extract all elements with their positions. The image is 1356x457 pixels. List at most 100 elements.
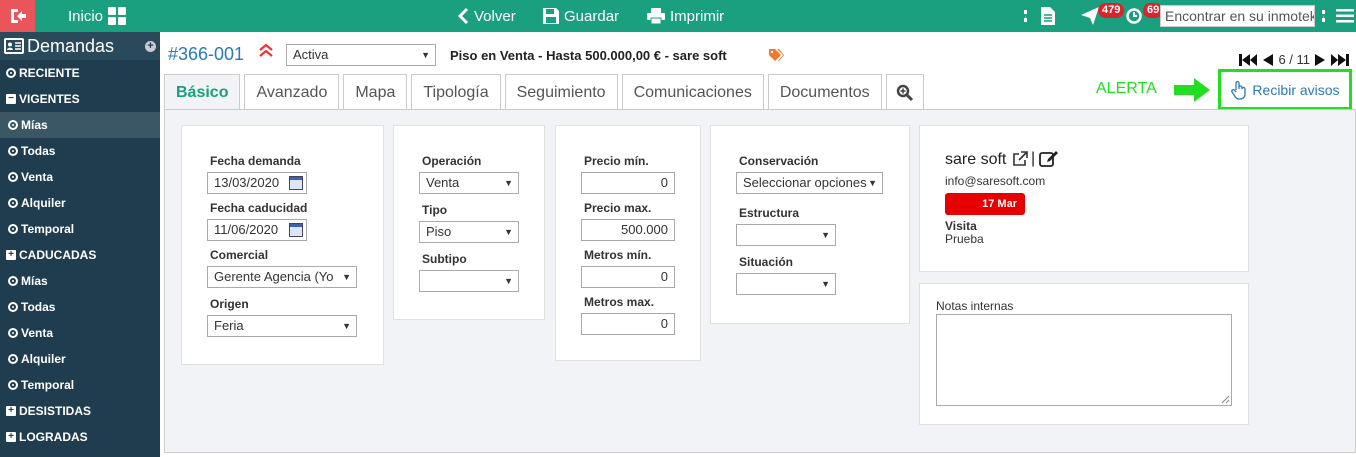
priority-icon — [258, 42, 274, 63]
sidebar-item-reciente[interactable]: RECIENTE — [0, 60, 160, 86]
record-id[interactable]: #366-001 — [168, 44, 244, 65]
tab-avanzado[interactable]: Avanzado — [244, 74, 340, 110]
radio-icon — [8, 224, 18, 234]
sidebar-item-logradas[interactable]: + LOGRADAS — [0, 424, 160, 450]
minus-icon: − — [6, 94, 16, 104]
sidebar-item-vigentes-todas[interactable]: Todas — [0, 138, 160, 164]
edit-icon[interactable] — [1039, 150, 1061, 173]
tab-comunicaciones[interactable]: Comunicaciones — [621, 74, 764, 110]
radio-icon — [8, 328, 18, 338]
metros-max-label: Metros max. — [584, 295, 655, 309]
sidebar-item-vigentes-venta[interactable]: Venta — [0, 164, 160, 190]
caret-down-icon: ▼ — [421, 50, 430, 60]
print-button[interactable]: Imprimir — [646, 0, 724, 32]
situacion-select[interactable]: ▼ — [736, 273, 836, 295]
top-bar: Inicio Volver Guardar Imprimir 479 69 En… — [0, 0, 1356, 32]
fecha-demanda-input[interactable]: 13/03/2020 — [207, 172, 307, 194]
floppy-icon — [543, 8, 559, 24]
prev-page-icon[interactable] — [1261, 53, 1275, 67]
tab-seguimiento[interactable]: Seguimiento — [504, 74, 618, 110]
tag-icon[interactable] — [768, 48, 784, 67]
contact-name[interactable]: sare soft — [945, 151, 1006, 169]
contact-email[interactable]: info@saresoft.com — [945, 174, 1045, 188]
sidebar-item-caducadas-todas[interactable]: Todas — [0, 294, 160, 320]
back-button[interactable]: Volver — [456, 0, 516, 32]
last-page-icon[interactable] — [1330, 53, 1350, 67]
metros-max-input[interactable]: 0 — [581, 313, 675, 335]
next-page-icon[interactable] — [1313, 53, 1327, 67]
sidebar-item-desistidas[interactable]: + DESISTIDAS — [0, 398, 160, 424]
notes-textarea[interactable] — [936, 314, 1232, 406]
conservacion-select[interactable]: Seleccionar opciones ▼ — [736, 172, 883, 194]
metros-min-input[interactable]: 0 — [581, 266, 675, 288]
hamburger-icon — [1336, 9, 1354, 23]
sidebar-item-caducadas[interactable]: + CADUCADAS — [0, 242, 160, 268]
chevron-left-icon — [457, 7, 469, 25]
precio-max-input[interactable]: 500.000 — [581, 219, 675, 241]
radio-icon — [8, 198, 18, 208]
fecha-demanda-label: Fecha demanda — [210, 154, 301, 168]
arrow-right-icon — [1172, 77, 1212, 108]
caret-down-icon: ▼ — [342, 272, 351, 282]
sidebar: Demandas + RECIENTE − VIGENTES Mías Todas… — [0, 32, 160, 457]
home-button[interactable]: Inicio — [68, 0, 131, 32]
caret-down-icon: ▼ — [821, 279, 830, 289]
sidebar-item-vigentes-mias[interactable]: Mías — [0, 112, 160, 138]
subtipo-select[interactable]: ▼ — [419, 270, 519, 292]
hamburger-menu-button[interactable] — [1336, 8, 1354, 29]
tab-search[interactable] — [885, 74, 924, 110]
operacion-label: Operación — [422, 154, 482, 168]
date-badge: 17 Mar — [945, 193, 1025, 215]
plus-icon: + — [6, 250, 16, 260]
radio-icon — [8, 172, 18, 182]
page-indicator: 6 / 11 — [1278, 52, 1310, 67]
first-page-icon[interactable] — [1238, 53, 1258, 67]
origen-label: Origen — [210, 297, 249, 311]
caret-down-icon: ▼ — [868, 178, 877, 188]
contact-separator: | — [1031, 150, 1036, 167]
condition-card: Conservación Seleccionar opciones ▼ Estru… — [710, 125, 910, 324]
origen-select[interactable]: Feria ▼ — [207, 315, 357, 337]
main-panel: #366-001 Activa ▼ Piso en Venta - Hasta … — [160, 32, 1356, 457]
operacion-select[interactable]: Venta ▼ — [419, 172, 519, 194]
sidebar-item-vigentes-temporal[interactable]: Temporal — [0, 216, 160, 242]
sidebar-item-caducadas-venta[interactable]: Venta — [0, 320, 160, 346]
price-card: Precio mín. 0 Precio max. 500.000 Metros… — [555, 125, 701, 361]
tasks-button[interactable] — [1126, 8, 1142, 29]
tab-tipologia[interactable]: Tipología — [411, 74, 501, 110]
estructura-select[interactable]: ▼ — [736, 224, 836, 246]
external-link-icon[interactable] — [1012, 151, 1028, 172]
receive-alerts-button[interactable]: Recibir avisos — [1218, 69, 1352, 110]
precio-min-label: Precio mín. — [584, 154, 649, 168]
sidebar-item-caducadas-mias[interactable]: Mías — [0, 268, 160, 294]
calendar-icon[interactable] — [289, 176, 303, 190]
tipo-label: Tipo — [422, 203, 448, 217]
exit-button[interactable] — [0, 0, 35, 32]
save-button[interactable]: Guardar — [542, 0, 619, 32]
printer-icon — [647, 8, 665, 25]
fecha-caducidad-input[interactable]: 11/06/2020 — [207, 219, 307, 241]
messages-button[interactable] — [1080, 6, 1100, 31]
search-input[interactable]: Encontrar en su inmotek — [1160, 5, 1315, 27]
precio-min-input[interactable]: 0 — [581, 172, 675, 194]
notes-label: Notas internas — [936, 299, 1014, 313]
caret-down-icon: ▼ — [342, 321, 351, 331]
sidebar-item-vigentes[interactable]: − VIGENTES — [0, 86, 160, 112]
comercial-select[interactable]: Gerente Agencia (Yo ▼ — [207, 266, 357, 288]
menu-dots-right — [1322, 10, 1325, 22]
sidebar-item-caducadas-alquiler[interactable]: Alquiler — [0, 346, 160, 372]
calendar-icon[interactable] — [289, 223, 303, 237]
operation-card: Operación Venta ▼ Tipo Piso ▼ Subtipo ▼ — [393, 125, 545, 320]
radio-icon — [8, 354, 18, 364]
sidebar-title[interactable]: Demandas + — [0, 32, 160, 60]
document-button[interactable] — [1040, 6, 1056, 31]
add-icon[interactable]: + — [145, 41, 156, 52]
tab-basico[interactable]: Básico — [164, 74, 241, 111]
tipo-select[interactable]: Piso ▼ — [419, 221, 519, 243]
tab-documentos[interactable]: Documentos — [767, 74, 882, 110]
status-select[interactable]: Activa ▼ — [286, 44, 436, 66]
tab-mapa[interactable]: Mapa — [343, 74, 408, 110]
resize-handle-icon[interactable] — [1221, 395, 1230, 404]
sidebar-item-vigentes-alquiler[interactable]: Alquiler — [0, 190, 160, 216]
sidebar-item-caducadas-temporal[interactable]: Temporal — [0, 372, 160, 398]
